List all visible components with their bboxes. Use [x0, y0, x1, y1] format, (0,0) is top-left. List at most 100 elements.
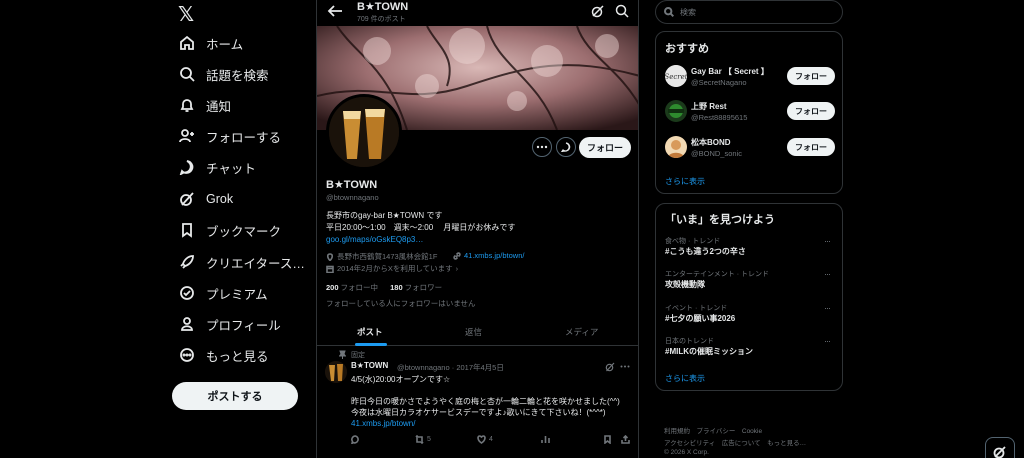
repost-icon: [415, 435, 424, 444]
recommend-user-name[interactable]: 松本BOND: [691, 137, 731, 148]
views-chart-icon: [541, 436, 550, 443]
post-author-name[interactable]: B★TOWN: [351, 361, 388, 370]
grok-icon[interactable]: [605, 362, 615, 372]
recommend-user-handle: @SecretNagano: [691, 78, 747, 87]
repost-button[interactable]: 5: [415, 435, 431, 444]
avatar[interactable]: [665, 100, 687, 122]
reply-button[interactable]: [351, 435, 363, 444]
profile-website[interactable]: 41.xmbs.jp/btown/: [453, 251, 524, 260]
follow-button[interactable]: フォロー: [579, 137, 631, 158]
trend-more-icon[interactable]: ···: [824, 303, 831, 313]
following-stat[interactable]: 200 フォロー中: [326, 283, 378, 292]
post-more-icon[interactable]: [620, 365, 630, 368]
search-placeholder: 検索: [680, 7, 696, 17]
website-link[interactable]: 41.xmbs.jp/btown/: [464, 251, 524, 260]
header-post-count: 709 件のポスト: [357, 16, 406, 23]
post-text-line: 4/5(水)20:00オープンです☆: [351, 375, 451, 384]
more-options-button[interactable]: [532, 137, 552, 157]
nav-more[interactable]: もっと見る: [178, 343, 269, 367]
like-button[interactable]: 4: [477, 435, 493, 444]
chevron-right-icon: ›: [455, 264, 459, 273]
trend-title[interactable]: #MILKの催眠ミッション: [665, 346, 753, 357]
trend-more-icon[interactable]: ···: [824, 336, 831, 346]
nav-bookmarks[interactable]: ブックマーク: [178, 218, 281, 242]
nav-home[interactable]: ホーム: [178, 31, 243, 55]
grok-icon: [993, 446, 1006, 458]
nav-notifications[interactable]: 通知: [178, 93, 231, 117]
nav-follow-label: フォローする: [206, 130, 282, 145]
mutual-followers-notice: フォローしている人にフォロワーはいません: [326, 299, 476, 308]
tab-replies[interactable]: 返信: [465, 326, 482, 338]
follow-button[interactable]: フォロー: [787, 67, 835, 85]
tab-media[interactable]: メディア: [565, 326, 598, 338]
bio-map-link[interactable]: goo.gl/maps/oGskEQ8p3…: [326, 234, 515, 246]
footer-links[interactable]: 利用規約 プライバシー Cookie: [664, 425, 762, 435]
nav-chat[interactable]: チャット: [178, 155, 256, 179]
avatar[interactable]: [665, 136, 687, 158]
share-button[interactable]: [621, 435, 633, 444]
trend-title[interactable]: #こうも違う2つの辛さ: [665, 246, 746, 257]
trend-more-icon[interactable]: ···: [824, 269, 831, 279]
follow-button[interactable]: フォロー: [787, 138, 835, 156]
calendar-icon: [326, 265, 334, 273]
bookmark-button[interactable]: [603, 435, 615, 444]
nav-explore[interactable]: 話題を検索: [178, 62, 269, 86]
bell-icon: [178, 96, 196, 114]
views-button[interactable]: [541, 435, 553, 444]
profile-tabs: ポスト 返信 メディア: [317, 318, 638, 346]
post-button[interactable]: ポストする: [172, 382, 298, 410]
back-arrow-icon[interactable]: [327, 4, 343, 18]
trend-title[interactable]: #七夕の願い事2026: [665, 313, 735, 324]
post-avatar[interactable]: [325, 361, 347, 383]
joined-text: 2014年2月からXを利用しています: [337, 264, 453, 273]
post-body: 4/5(水)20:00オープンです☆ 昨日今日の暖かさでようやく庭の梅と杏が一輪…: [351, 374, 620, 429]
recommend-user-handle: @Rest88895615: [691, 113, 748, 122]
footer-copyright: © 2026 X Corp.: [664, 449, 709, 456]
chat-icon: [178, 158, 196, 176]
nav-grok-label: Grok: [206, 192, 234, 206]
footer-links[interactable]: アクセシビリティ 広告について もっと見る…: [664, 437, 806, 447]
recommend-user-name[interactable]: Gay Bar 【 Secret 】: [691, 66, 769, 77]
post-link[interactable]: 41.xmbs.jp/btown/: [351, 418, 620, 429]
pinned-label: 固定: [351, 352, 365, 359]
nav-follow[interactable]: フォローする: [178, 124, 281, 148]
nav-profile-label: プロフィール: [206, 318, 281, 333]
recommend-user-name[interactable]: 上野 Rest: [691, 101, 727, 112]
location-text: 長野市西鶴賀1473風林会館1F: [337, 252, 438, 261]
nav-grok[interactable]: Grok: [178, 187, 233, 211]
pinned-post[interactable]: 固定 B★TOWN @btownnagano · 2017年4月5日 4/5(水…: [317, 347, 638, 458]
recommend-panel: おすすめ Secret Gay Bar 【 Secret 】 @SecretNa…: [655, 31, 843, 194]
nav-premium[interactable]: プレミアム: [178, 281, 268, 305]
trends-show-more[interactable]: さらに表示: [665, 373, 705, 384]
heart-icon: [477, 435, 486, 444]
follow-button[interactable]: フォロー: [787, 102, 835, 120]
search-input[interactable]: 検索: [655, 0, 843, 24]
location-pin-icon: [326, 252, 334, 261]
trend-category: 食べ物 · トレンド: [665, 238, 721, 245]
recommend-show-more[interactable]: さらに表示: [665, 176, 705, 187]
followers-stat[interactable]: 180 フォロワー: [390, 283, 442, 292]
avatar[interactable]: Secret: [665, 65, 687, 87]
profile-avatar[interactable]: [326, 94, 402, 170]
x-logo[interactable]: 𝕏: [178, 2, 194, 27]
grok-floating-button[interactable]: [985, 437, 1015, 458]
grok-analyze-icon[interactable]: [591, 4, 605, 18]
profile-location: 長野市西鶴賀1473風林会館1F: [326, 251, 437, 262]
search-icon[interactable]: [615, 4, 629, 18]
main-column: B★TOWN 709 件のポスト フォロー B★TOWN @btownnagan…: [316, 0, 639, 458]
add-person-icon: [178, 127, 196, 145]
message-button[interactable]: [556, 137, 576, 157]
more-icon: [178, 346, 196, 364]
trend-category: イベント · トレンド: [665, 305, 728, 312]
bio-line: 平日20:00〜1:00 週末〜2:00 月曜日がお休みです: [326, 223, 516, 232]
nav-profile[interactable]: プロフィール: [178, 312, 281, 336]
tab-posts[interactable]: ポスト: [357, 326, 383, 338]
profile-handle: @btownnagano: [326, 193, 379, 202]
profile-header-bar: B★TOWN 709 件のポスト: [317, 0, 638, 26]
trend-title[interactable]: 攻殻機動隊: [665, 279, 705, 290]
trend-more-icon[interactable]: ···: [824, 236, 831, 246]
nav-creator-studio[interactable]: クリエイタース…: [178, 250, 305, 274]
following-count: 200: [326, 283, 339, 292]
recommend-user-handle: @BOND_sonic: [691, 149, 742, 158]
person-icon: [178, 315, 196, 333]
